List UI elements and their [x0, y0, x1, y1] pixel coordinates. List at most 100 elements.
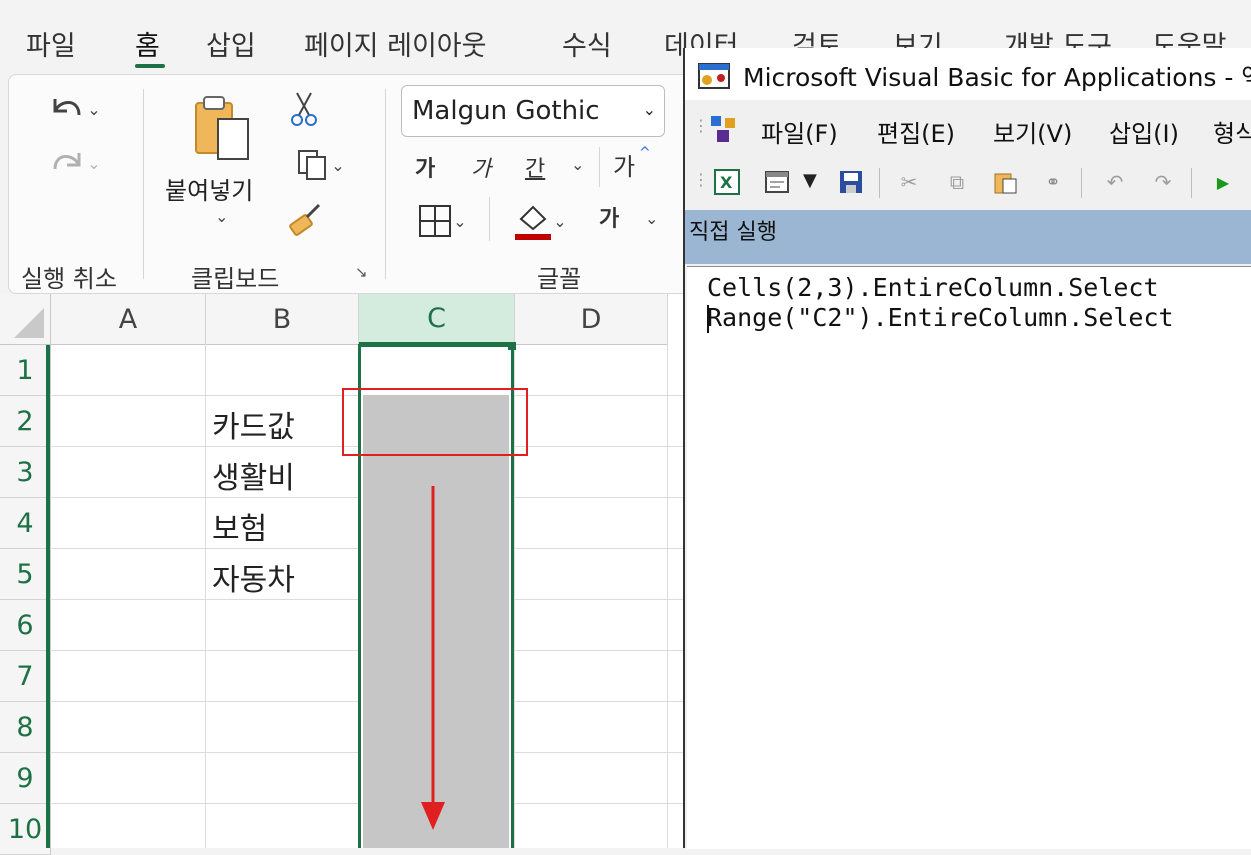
chevron-down-icon[interactable]: ⌄ [571, 155, 584, 174]
font-color-button[interactable]: 가 [599, 201, 619, 233]
row-header[interactable]: 8 [0, 702, 51, 753]
tab-home[interactable]: 홈 [135, 24, 160, 63]
column-header-d[interactable]: D [515, 294, 668, 345]
code-line[interactable]: Cells(2,3).EntireColumn.Select [707, 273, 1159, 302]
worksheet-grid[interactable]: A B C D 1 2 3 4 5 6 7 8 9 10 카드값 생활비 보험 … [0, 294, 686, 855]
tab-home-indicator [135, 64, 165, 68]
immediate-window-title[interactable]: 직접 실행 [685, 210, 1251, 264]
row-header[interactable]: 10 [0, 804, 51, 855]
scissors-icon: ✂ [900, 170, 918, 194]
row-header[interactable]: 1 [0, 345, 51, 396]
excel-icon: X [714, 169, 740, 195]
select-all-corner[interactable] [0, 294, 51, 345]
view-excel-button[interactable]: X [713, 168, 741, 196]
save-button[interactable] [837, 168, 865, 196]
tab-formulas[interactable]: 수식 [562, 24, 612, 63]
row-header[interactable]: 9 [0, 753, 51, 804]
tab-page-layout[interactable]: 페이지 레이아웃 [304, 24, 486, 63]
code-line[interactable]: Range("C2").EntireColumn.Select [707, 303, 1174, 332]
underline-button[interactable]: 간 [525, 151, 545, 183]
project-icon[interactable] [707, 112, 741, 146]
fill-handle[interactable] [508, 342, 516, 350]
redo-button[interactable]: ↷ [1149, 168, 1177, 196]
toolbar-divider [1081, 168, 1082, 198]
italic-button[interactable]: 가 [471, 151, 491, 183]
format-painter-button[interactable] [285, 199, 325, 239]
chevron-down-icon: ⌄ [642, 100, 656, 119]
tab-insert[interactable]: 삽입 [206, 24, 256, 63]
copy-button[interactable]: ⌄ [285, 145, 355, 185]
menu-format[interactable]: 형식 [1213, 114, 1251, 149]
format-painter-icon [289, 203, 321, 236]
gridline [667, 344, 668, 848]
vba-editor-window[interactable]: Microsoft Visual Basic for Applications … [683, 48, 1251, 849]
fill-color-button[interactable]: ⌄ [503, 199, 577, 243]
redo-button[interactable]: ⌄ [39, 141, 109, 185]
paste-button[interactable] [187, 89, 257, 169]
caret-up-icon: ^ [639, 145, 651, 161]
copy-icon [298, 150, 327, 180]
row-header[interactable]: 6 [0, 600, 51, 651]
group-label-clipboard: 클립보드 [191, 265, 280, 293]
cut-button[interactable]: ✂ [895, 168, 923, 196]
arrow-down-icon [421, 486, 445, 830]
row-header[interactable]: 2 [0, 396, 51, 447]
module-icon [765, 171, 789, 193]
clipboard-icon [994, 173, 1017, 194]
grow-font-button[interactable]: 가 [613, 147, 635, 182]
cell-b2[interactable]: 카드값 [212, 402, 295, 446]
tab-file[interactable]: 파일 [26, 24, 76, 63]
row-header[interactable]: 3 [0, 447, 51, 498]
highlight-box-c2 [342, 388, 528, 456]
menu-insert[interactable]: 삽입(I) [1109, 114, 1179, 149]
clipboard-icon [195, 96, 249, 160]
column-header-c[interactable]: C [359, 294, 515, 345]
vba-title-bar[interactable]: Microsoft Visual Basic for Applications … [685, 48, 1251, 100]
selection-top-border [358, 344, 514, 347]
cell-b5[interactable]: 자동차 [212, 555, 295, 599]
row-header[interactable]: 4 [0, 498, 51, 549]
run-button[interactable]: ▶ [1209, 168, 1237, 196]
cell-b3[interactable]: 생활비 [212, 453, 295, 497]
gridline [205, 344, 206, 848]
group-label-undo: 실행 취소 [21, 265, 117, 293]
chevron-down-icon[interactable]: ⌄ [645, 209, 658, 228]
chevron-down-icon: ⌄ [453, 211, 467, 231]
immediate-window-editor[interactable]: Cells(2,3).EntireColumn.Select Range("C2… [687, 266, 1251, 849]
menu-file[interactable]: 파일(F) [761, 114, 838, 149]
menu-view[interactable]: 보기(V) [993, 114, 1072, 149]
column-header-a[interactable]: A [51, 294, 206, 345]
paste-label[interactable]: 붙여넣기 [165, 171, 253, 206]
borders-icon [419, 205, 452, 237]
cut-button[interactable] [287, 89, 321, 129]
font-name-value: Malgun Gothic [412, 96, 600, 126]
font-name-dropdown[interactable]: Malgun Gothic ⌄ [401, 85, 665, 137]
vba-menu-bar: ⋮ 파일(F) 편집(E) 보기(V) 삽입(I) 형식 [685, 104, 1251, 154]
undo-button[interactable]: ⌄ [39, 87, 109, 131]
column-header-b[interactable]: B [206, 294, 359, 345]
chevron-down-icon: ⌄ [331, 155, 345, 175]
row-header[interactable]: 5 [0, 549, 51, 600]
undo-button[interactable]: ↶ [1101, 168, 1129, 196]
menu-edit[interactable]: 편집(E) [877, 114, 955, 149]
borders-button[interactable]: ⌄ [405, 199, 479, 243]
row-header[interactable]: 7 [0, 651, 51, 702]
copy-button[interactable]: ⧉ [943, 168, 971, 196]
vba-window-title: Microsoft Visual Basic for Applications … [743, 63, 1251, 92]
insert-module-button[interactable] [763, 168, 791, 196]
chevron-down-icon[interactable]: ⌄ [215, 207, 228, 226]
cell-b4[interactable]: 보험 [212, 504, 267, 548]
immediate-window-label: 직접 실행 [689, 220, 777, 245]
toolbar-divider [879, 168, 880, 198]
scissors-icon [291, 92, 317, 126]
find-button[interactable]: ⚭ [1039, 168, 1067, 196]
divider [489, 197, 490, 241]
bold-button[interactable]: 가 [415, 151, 435, 183]
paste-button[interactable] [991, 168, 1019, 196]
dialog-launcher-icon[interactable]: ↘ [355, 263, 368, 281]
redo-icon [53, 153, 81, 170]
save-icon [840, 171, 862, 193]
vba-toolbar: ⋮ X ▼ ✂ ⧉ ⚭ ↶ ↷ ▶ [685, 158, 1251, 206]
dropdown-arrow-icon[interactable]: ▼ [803, 170, 817, 191]
chevron-down-icon: ⌄ [87, 99, 101, 119]
